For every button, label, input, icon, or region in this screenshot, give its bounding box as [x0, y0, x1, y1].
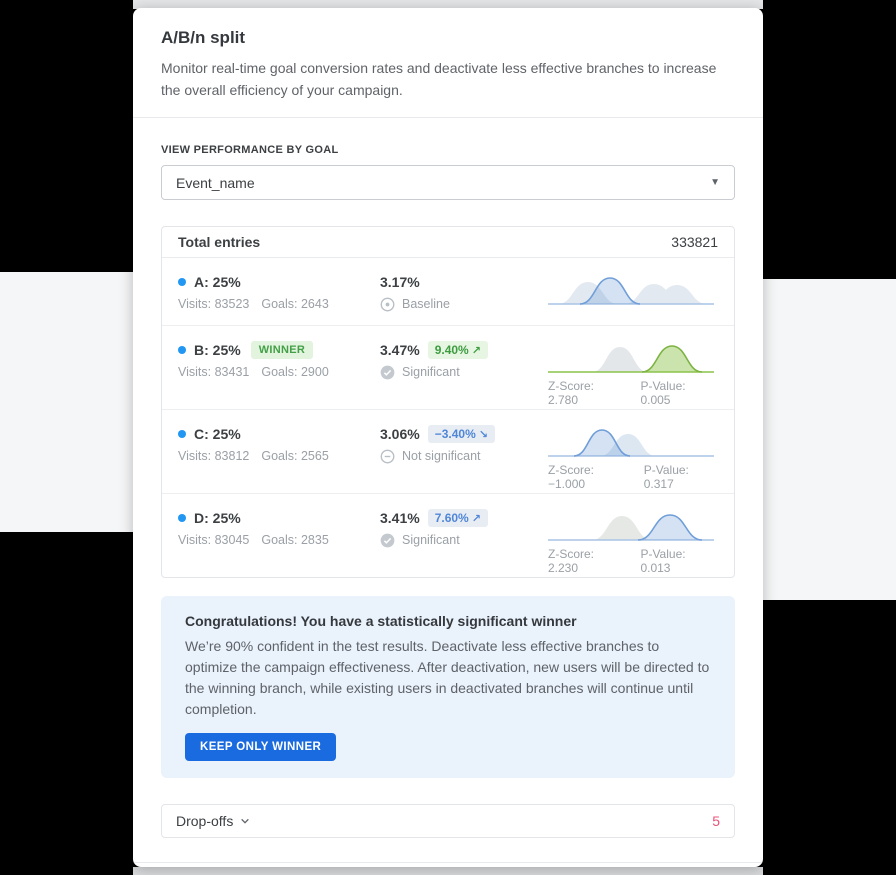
variant-visits: Visits: 83045 — [178, 533, 249, 547]
distribution-sparkline — [548, 271, 714, 309]
backdrop-bottom-strip — [133, 867, 763, 875]
total-entries-row: Total entries 333821 — [162, 227, 734, 258]
variant-name: C: 25% — [194, 426, 241, 442]
conversion-rate: 3.47% — [380, 342, 420, 358]
zscore-value: Z-Score: −1.000 — [548, 463, 630, 481]
backdrop-right-light — [763, 279, 896, 600]
variant-color-dot — [178, 514, 186, 522]
variant-b-chart: Z-Score: 2.780 P-Value: 0.005 — [548, 339, 718, 397]
conversion-rate: 3.17% — [380, 274, 420, 290]
banner-body: We’re 90% confident in the test results.… — [185, 636, 711, 720]
significance-status: Not significant — [402, 449, 481, 463]
total-entries-value: 333821 — [671, 234, 718, 250]
pvalue-value: P-Value: 0.317 — [644, 463, 718, 481]
variant-color-dot — [178, 430, 186, 438]
dropoffs-count: 5 — [712, 813, 720, 829]
variant-goals: Goals: 2900 — [261, 365, 328, 379]
dropoffs-toggle[interactable]: Drop-offs — [176, 813, 250, 829]
variant-row-d: D: 25% Visits: 83045 Goals: 2835 3.41% 7… — [162, 494, 734, 577]
variant-row-c: C: 25% Visits: 83812 Goals: 2565 3.06% −… — [162, 410, 734, 494]
distribution-sparkline — [548, 339, 714, 377]
delta-badge: 9.40% ↗ — [428, 341, 488, 359]
variant-b-info: B: 25% WINNER Visits: 83431 Goals: 2900 — [178, 339, 380, 397]
variant-goals: Goals: 2643 — [261, 297, 328, 311]
variant-goals: Goals: 2835 — [261, 533, 328, 547]
conversion-rate: 3.41% — [380, 510, 420, 526]
variant-goals: Goals: 2565 — [261, 449, 328, 463]
chevron-down-icon: ▼ — [710, 177, 720, 188]
abn-split-modal: A/B/n split Monitor real-time goal conve… — [133, 8, 763, 867]
delta-badge: −3.40% ↘ — [428, 425, 495, 443]
delta-value: 9.40% — [435, 343, 469, 357]
chevron-down-icon — [240, 816, 250, 826]
dropoffs-row: Drop-offs 5 — [161, 804, 735, 838]
modal-header: A/B/n split Monitor real-time goal conve… — [133, 8, 763, 118]
modal-footer: Close — [133, 862, 763, 867]
goal-select-value: Event_name — [176, 175, 255, 191]
variant-d-rate: 3.41% 7.60% ↗ Significant — [380, 507, 548, 565]
variant-b-rate: 3.47% 9.40% ↗ Significant — [380, 339, 548, 397]
results-table: Total entries 333821 A: 25% Visits: 8352… — [161, 226, 735, 578]
variant-visits: Visits: 83812 — [178, 449, 249, 463]
dropoffs-label: Drop-offs — [176, 813, 233, 829]
pvalue-value: P-Value: 0.005 — [640, 379, 718, 397]
significance-status: Significant — [402, 533, 460, 547]
winner-banner: Congratulations! You have a statisticall… — [161, 596, 735, 778]
variant-visits: Visits: 83431 — [178, 365, 249, 379]
variant-name: B: 25% — [194, 342, 241, 358]
modal-body: VIEW PERFORMANCE BY GOAL Event_name ▼ To… — [133, 118, 763, 862]
conversion-rate: 3.06% — [380, 426, 420, 442]
variant-a-rate: 3.17% Baseline — [380, 271, 548, 313]
variant-d-chart: Z-Score: 2.230 P-Value: 0.013 — [548, 507, 718, 565]
delta-badge: 7.60% ↗ — [428, 509, 488, 527]
variant-color-dot — [178, 346, 186, 354]
significance-status: Baseline — [402, 297, 450, 311]
page-description: Monitor real-time goal conversion rates … — [161, 57, 735, 101]
arrow-down-right-icon: ↘ — [479, 428, 488, 441]
zscore-value: Z-Score: 2.780 — [548, 379, 626, 397]
significance-status: Significant — [402, 365, 460, 379]
variant-row-b: B: 25% WINNER Visits: 83431 Goals: 2900 … — [162, 326, 734, 410]
variant-visits: Visits: 83523 — [178, 297, 249, 311]
variant-d-info: D: 25% Visits: 83045 Goals: 2835 — [178, 507, 380, 565]
variant-name: A: 25% — [194, 274, 241, 290]
arrow-up-right-icon: ↗ — [472, 512, 481, 525]
banner-title: Congratulations! You have a statisticall… — [185, 613, 711, 629]
variant-c-rate: 3.06% −3.40% ↘ Not significant — [380, 423, 548, 481]
distribution-sparkline — [548, 423, 714, 461]
distribution-sparkline — [548, 507, 714, 545]
pvalue-value: P-Value: 0.013 — [640, 547, 718, 565]
check-circle-icon — [380, 533, 395, 548]
delta-value: −3.40% — [435, 427, 476, 441]
delta-value: 7.60% — [435, 511, 469, 525]
winner-badge: WINNER — [251, 341, 313, 359]
arrow-up-right-icon: ↗ — [472, 344, 481, 357]
variant-row-a: A: 25% Visits: 83523 Goals: 2643 3.17% B… — [162, 258, 734, 326]
goal-section-label: VIEW PERFORMANCE BY GOAL — [161, 144, 735, 156]
variant-a-info: A: 25% Visits: 83523 Goals: 2643 — [178, 271, 380, 313]
minus-circle-icon — [380, 449, 395, 464]
check-circle-icon — [380, 365, 395, 380]
backdrop-left-light — [0, 272, 133, 532]
zscore-value: Z-Score: 2.230 — [548, 547, 626, 565]
baseline-icon — [380, 297, 395, 312]
variant-name: D: 25% — [194, 510, 241, 526]
page-title: A/B/n split — [161, 28, 735, 48]
variant-a-chart — [548, 271, 718, 313]
variant-c-info: C: 25% Visits: 83812 Goals: 2565 — [178, 423, 380, 481]
total-entries-label: Total entries — [178, 234, 260, 250]
variant-color-dot — [178, 278, 186, 286]
goal-select[interactable]: Event_name ▼ — [161, 165, 735, 200]
variant-c-chart: Z-Score: −1.000 P-Value: 0.317 — [548, 423, 718, 481]
keep-only-winner-button[interactable]: KEEP ONLY WINNER — [185, 733, 336, 761]
